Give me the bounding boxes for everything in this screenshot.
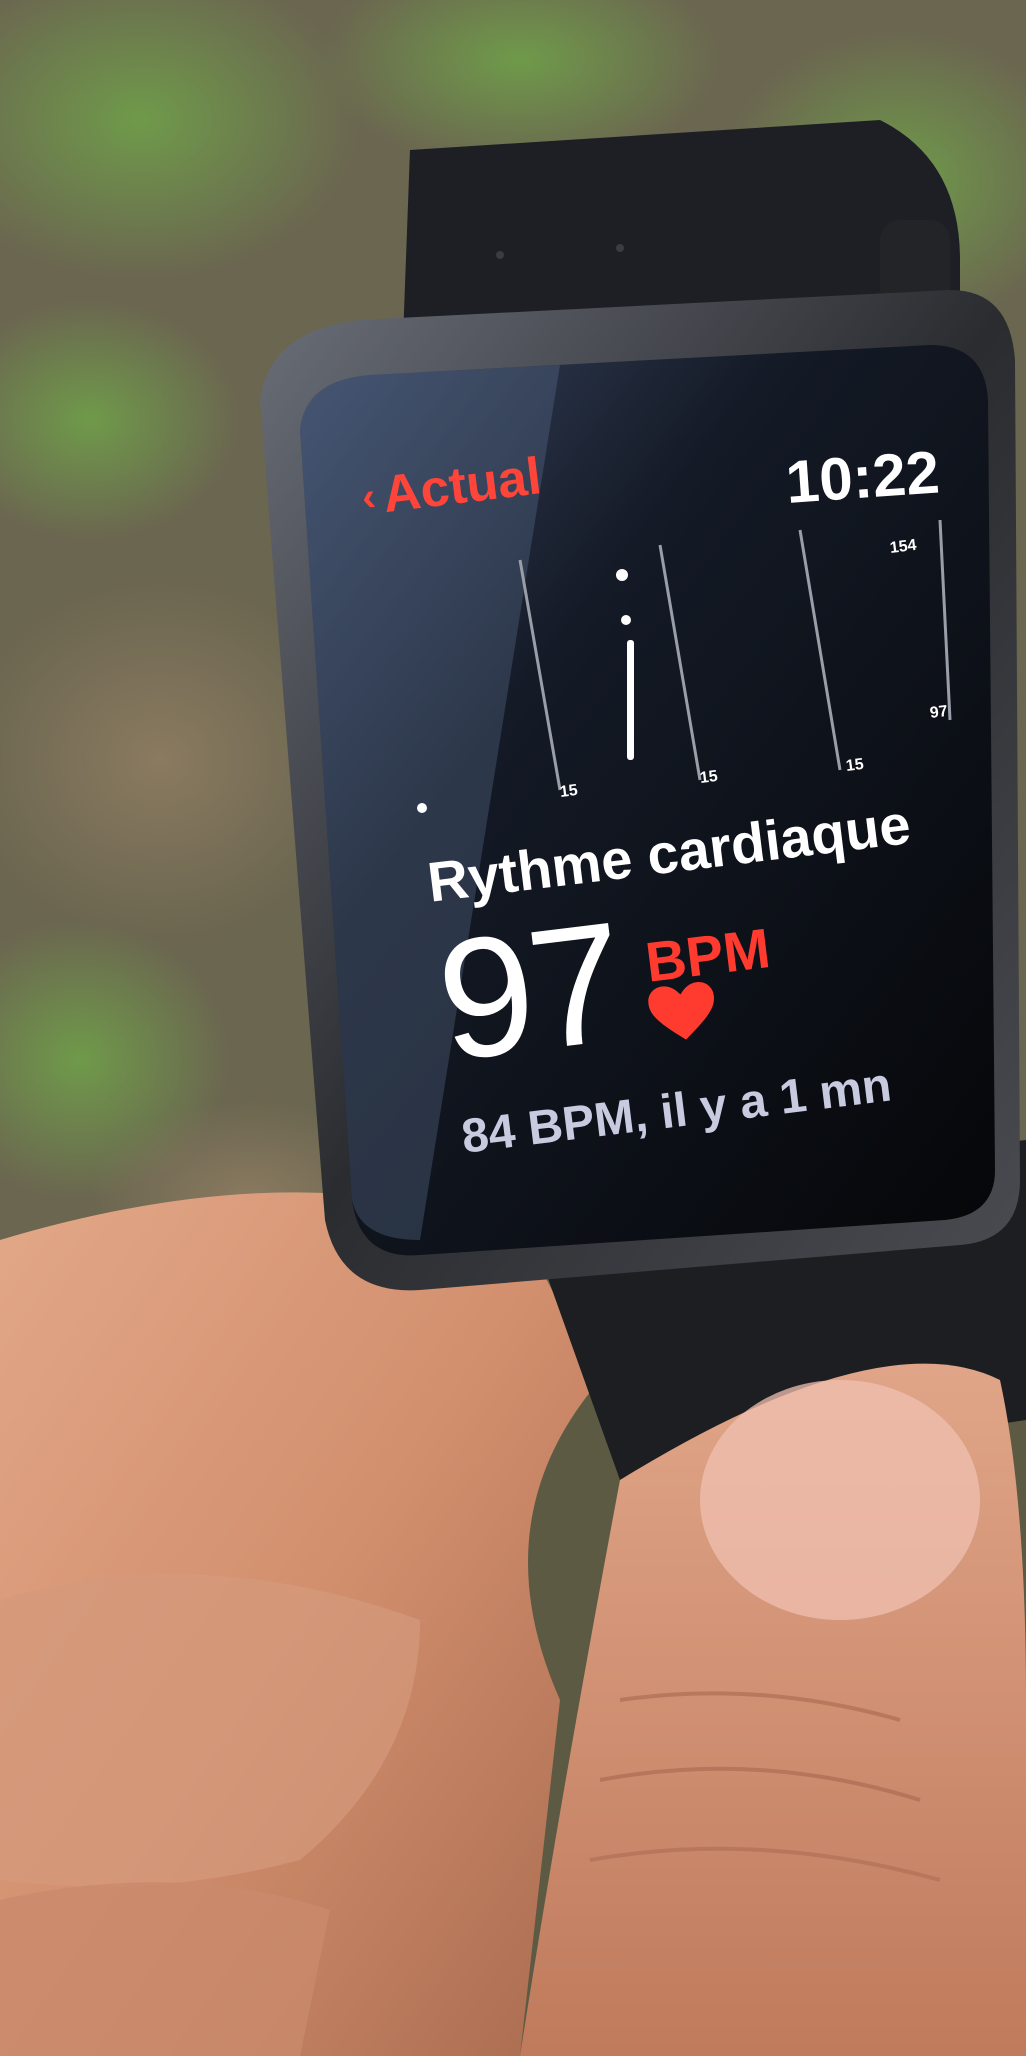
photo-scene xyxy=(0,0,1026,2056)
chart-range-bar xyxy=(627,640,634,760)
chart-point xyxy=(621,615,631,625)
chart-point xyxy=(417,803,427,813)
chart-point xyxy=(616,569,628,581)
